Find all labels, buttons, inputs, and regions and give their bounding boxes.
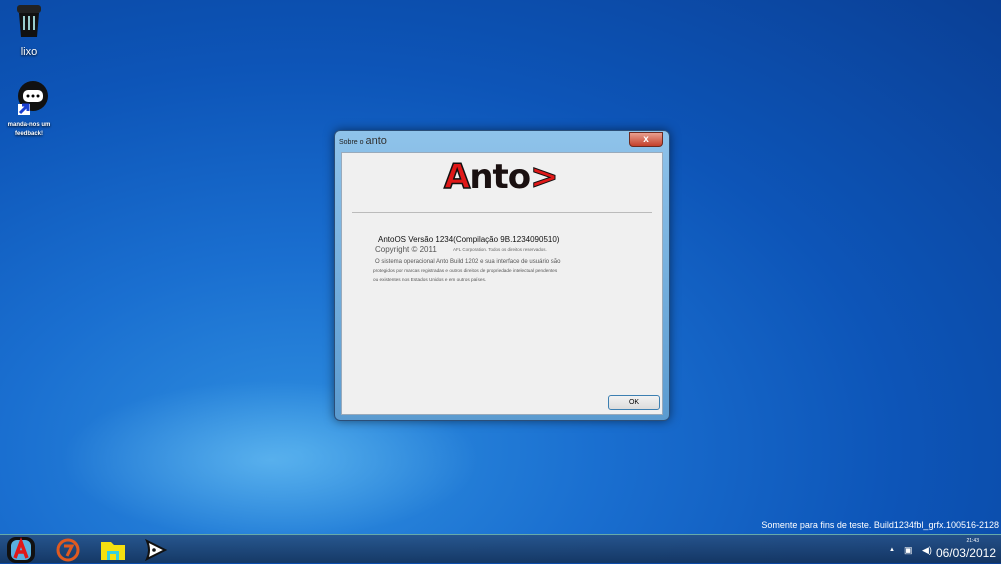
volume-icon[interactable]: ◀) — [922, 545, 932, 556]
taskbar-file-explorer[interactable] — [98, 537, 128, 563]
description-line: protegidos por marcas registradas e outr… — [373, 268, 558, 273]
test-build-watermark: Somente para fins de teste. Build1234fbl… — [761, 520, 999, 530]
rights-text: AFL Corporation. Todos os direitos reser… — [453, 247, 547, 252]
chat-bubble-icon — [18, 81, 48, 115]
clock-time[interactable]: 21:43 — [966, 538, 979, 544]
dialog-title: Sobre o anto — [339, 135, 387, 147]
taskbar-browser[interactable] — [53, 537, 83, 563]
start-button[interactable] — [6, 537, 36, 563]
description-line: O sistema operacional Anto Build 1202 e … — [375, 259, 561, 265]
play-icon — [144, 538, 168, 562]
icon-label: manda-nos um feedback! — [7, 122, 51, 137]
ok-button[interactable]: OK — [608, 395, 660, 410]
network-icon[interactable]: ▣ — [904, 545, 913, 556]
taskbar-media-player[interactable] — [140, 537, 170, 563]
copyright-text: Copyright © 2011 — [375, 245, 437, 254]
desktop-icon-trash[interactable]: lixo — [1, 3, 57, 58]
anto-logo: Anto> — [443, 156, 559, 198]
dialog-body: Anto> AntoOS Versão 1234(Compilação 9B.1… — [341, 152, 663, 415]
anto-start-icon — [7, 537, 35, 563]
about-dialog: Sobre o anto x Anto> AntoOS Versão 1234(… — [334, 130, 670, 421]
version-text: AntoOS Versão 1234(Compilação 9B.1234090… — [378, 235, 560, 244]
clock-date[interactable]: 06/03/2012 — [936, 546, 996, 560]
close-button[interactable]: x — [629, 132, 663, 147]
browser-icon — [56, 538, 80, 562]
taskbar — [0, 534, 1001, 563]
desktop-icon-feedback[interactable]: manda-nos um feedback! — [1, 80, 57, 139]
trash-icon — [17, 5, 41, 37]
folder-icon — [101, 542, 125, 560]
divider — [352, 212, 652, 213]
description-line: ou existentes nos Estados Unidos e em ou… — [373, 277, 487, 282]
show-hidden-icons-button[interactable]: ▲ — [889, 547, 895, 553]
icon-label: lixo — [20, 46, 38, 58]
